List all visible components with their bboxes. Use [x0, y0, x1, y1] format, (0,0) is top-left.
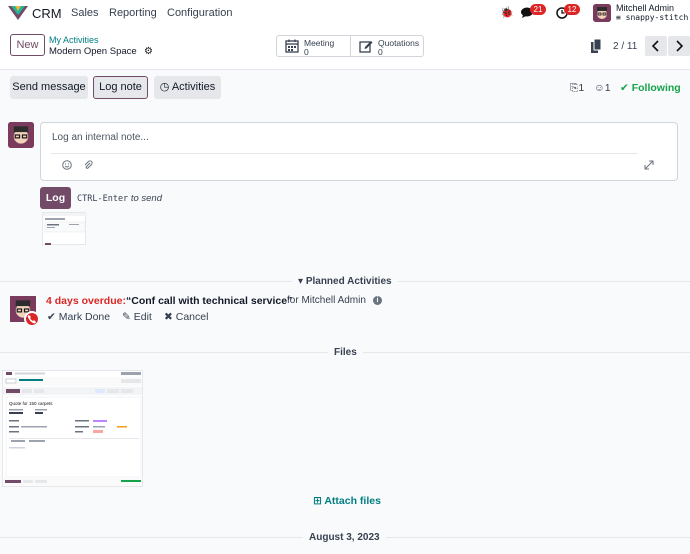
quotations-smart-button[interactable]: Quotations 0 — [350, 35, 424, 57]
activities-button[interactable]: ◷ Activities — [154, 76, 221, 99]
records-icon — [591, 39, 601, 53]
plus-square-icon: ⊞ — [313, 495, 322, 507]
attach-files-label: Attach files — [324, 495, 381, 507]
cancel-label: Cancel — [175, 311, 209, 323]
activity-assignee: for Mitchell Admin — [287, 295, 366, 306]
log-button[interactable]: Log — [40, 187, 71, 209]
log-note-button[interactable]: Log note — [93, 76, 148, 99]
attachments-count: 1 — [578, 82, 585, 94]
user-icon: ☺ — [594, 82, 605, 94]
expand-icon[interactable] — [644, 160, 654, 170]
pencil-square-icon — [359, 41, 373, 53]
user-name[interactable]: Mitchell Admin — [616, 3, 674, 13]
emoji-icon[interactable] — [62, 160, 72, 170]
menu-reporting[interactable]: Reporting — [109, 7, 157, 19]
check-small-icon: ✔ — [47, 311, 56, 323]
new-button[interactable]: New — [10, 34, 45, 56]
phone-icon — [24, 311, 40, 327]
bug-icon[interactable]: 🐞 — [500, 6, 514, 19]
send-hint-key: CTRL-Enter — [77, 194, 129, 204]
meeting-smart-button[interactable]: Meeting 0 — [276, 35, 351, 57]
activity-count-badge: 12 — [564, 4, 580, 15]
gear-icon[interactable]: ⚙ — [144, 46, 153, 57]
chevron-right-icon — [676, 40, 684, 52]
control-panel: New My Activities Modern Open Space ⚙ Me… — [0, 26, 690, 70]
caret-down-icon: ▾ — [298, 276, 304, 287]
paperclip-attach-icon[interactable] — [83, 160, 93, 170]
log-note-composer[interactable]: Log an internal note... — [40, 122, 678, 181]
composer-input[interactable]: Log an internal note... — [52, 132, 149, 143]
breadcrumb-current: Modern Open Space — [49, 46, 137, 57]
files-title: Files — [328, 347, 363, 358]
user-avatar[interactable] — [593, 4, 611, 22]
app-name[interactable]: CRM — [32, 6, 62, 21]
times-icon: ✖ — [164, 311, 173, 323]
planned-activities-title[interactable]: ▾ Planned Activities — [292, 276, 398, 287]
file-thumbnail[interactable]: Quote for 150 carpets — [2, 370, 143, 487]
chat-count-badge: 21 — [530, 4, 546, 15]
planned-activities-label: Planned Activities — [305, 276, 392, 287]
composer-divider — [51, 153, 638, 154]
menu-sales[interactable]: Sales — [71, 7, 99, 19]
activity-summary: “Conf call with technical service” — [126, 295, 293, 307]
database-label: snappy-stitch — [625, 13, 689, 22]
chevron-left-icon — [651, 40, 659, 52]
breadcrumb-my-activities[interactable]: My Activities — [49, 35, 99, 45]
calendar-icon — [285, 39, 299, 53]
send-message-button[interactable]: Send message — [10, 76, 88, 99]
activities-label: Activities — [171, 81, 216, 93]
crm-logo-icon[interactable] — [8, 6, 28, 20]
mark-done-label: Mark Done — [58, 311, 111, 323]
pager-next-button[interactable] — [668, 36, 690, 56]
check-icon: ✔ — [620, 82, 629, 94]
date-separator-label: August 3, 2023 — [303, 532, 386, 543]
database-name: ≡ snappy-stitch — [616, 13, 689, 22]
send-hint: CTRL-Enter to send — [77, 193, 162, 204]
composer-avatar — [8, 122, 34, 148]
clock-small-icon: ◷ — [159, 81, 170, 93]
top-navbar: CRM Sales Reporting Configuration 🐞 21 1… — [0, 0, 690, 26]
pager-value[interactable]: 2 / 11 — [613, 41, 637, 52]
following-button[interactable]: ✔ Following — [620, 82, 681, 94]
pencil-icon: ✎ — [122, 311, 131, 323]
info-icon[interactable]: i — [373, 296, 382, 305]
menu-configuration[interactable]: Configuration — [167, 7, 232, 19]
mark-done-button[interactable]: ✔ Mark Done — [47, 311, 110, 323]
cancel-activity-button[interactable]: ✖ Cancel — [164, 311, 208, 323]
followers-count: 1 — [604, 82, 611, 94]
attachments-counter[interactable]: ⎘1 — [570, 82, 584, 95]
followers-counter[interactable]: ☺1 — [594, 82, 611, 94]
attach-files-button[interactable]: ⊞ Attach files — [313, 495, 381, 507]
file-thumb-title: Quote for 150 carpets — [9, 401, 53, 406]
pager-previous-button[interactable] — [645, 36, 667, 56]
edit-label: Edit — [133, 311, 152, 323]
quotations-label: Quotations — [378, 38, 420, 48]
edit-activity-button[interactable]: ✎ Edit — [122, 311, 152, 323]
meeting-count: 0 — [304, 47, 309, 57]
send-hint-text: to send — [130, 193, 162, 204]
quotations-count: 0 — [378, 47, 383, 57]
attachment-preview-thumbnail[interactable] — [42, 212, 87, 245]
following-label: Following — [631, 82, 681, 94]
overdue-label: 4 days overdue: — [46, 295, 126, 307]
